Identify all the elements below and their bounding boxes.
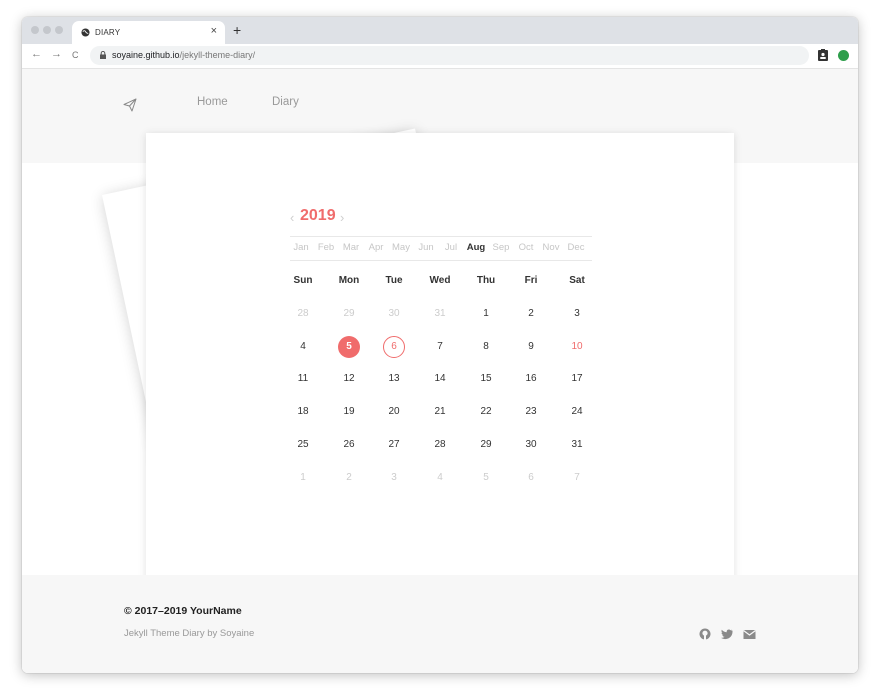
weekday-sat: Sat xyxy=(569,275,585,286)
url-text: soyaine.github.io/jekyll-theme-diary/ xyxy=(112,50,255,60)
day-cell[interactable]: 28 xyxy=(429,434,451,456)
month-selector: Jan Feb Mar Apr May Jun Jul Aug Sep Oct Nov Dec xyxy=(290,236,592,261)
theme-credit: Jekyll Theme Diary by Soyaine xyxy=(124,628,255,639)
month-feb[interactable]: Feb xyxy=(318,242,334,253)
tab-title: DIARY xyxy=(95,28,121,37)
year-label: 2019 xyxy=(300,207,336,224)
address-bar[interactable]: soyaine.github.io/jekyll-theme-diary/ xyxy=(90,46,809,65)
day-cell[interactable]: 12 xyxy=(338,368,360,390)
copyright-text: © 2017–2019 YourName xyxy=(124,605,242,617)
maximize-window-dot[interactable] xyxy=(55,26,63,34)
reload-button[interactable]: C xyxy=(72,50,79,60)
day-cell[interactable]: 27 xyxy=(383,434,405,456)
day-cell: 7 xyxy=(574,472,580,483)
day-cell[interactable]: 26 xyxy=(338,434,360,456)
day-cell[interactable]: 30 xyxy=(520,434,542,456)
day-cell[interactable]: 5 xyxy=(338,336,360,358)
back-button[interactable]: ← xyxy=(31,48,42,60)
day-cell: 2 xyxy=(346,472,352,483)
day-cell[interactable]: 20 xyxy=(383,401,405,423)
weekday-fri: Fri xyxy=(524,275,538,286)
url-host: soyaine.github.io xyxy=(112,50,180,60)
month-apr[interactable]: Apr xyxy=(369,242,384,253)
day-cell[interactable]: 3 xyxy=(566,303,588,325)
month-may[interactable]: May xyxy=(392,242,410,253)
browser-window: DIARY × + ← → C soyaine.github.io/jekyll… xyxy=(22,17,858,673)
day-cell[interactable]: 7 xyxy=(429,336,451,358)
day-cell[interactable]: 13 xyxy=(383,368,405,390)
month-sep[interactable]: Sep xyxy=(493,242,510,253)
page-viewport: Home Diary ‹ 2019 › Jan Feb Mar Apr May Jun Ju… xyxy=(22,69,858,673)
nav-home-link[interactable]: Home xyxy=(197,96,228,108)
day-cell[interactable]: 17 xyxy=(566,368,588,390)
day-cell[interactable]: 15 xyxy=(475,368,497,390)
day-cell[interactable]: 8 xyxy=(475,336,497,358)
globe-icon xyxy=(81,28,90,37)
month-jul[interactable]: Jul xyxy=(445,242,457,253)
calendar-card: ‹ 2019 › Jan Feb Mar Apr May Jun Jul Aug Sep Oct N… xyxy=(146,133,734,593)
day-cell: 6 xyxy=(528,472,534,483)
weekday-thu: Thu xyxy=(476,275,496,286)
weekday-tue: Tue xyxy=(385,275,403,286)
day-cell: 28 xyxy=(297,308,309,319)
nav-diary-link[interactable]: Diary xyxy=(272,96,299,108)
day-cell: 30 xyxy=(388,308,400,319)
weekday-sun: Sun xyxy=(293,275,313,286)
paper-plane-icon[interactable] xyxy=(123,98,137,112)
month-aug[interactable]: Aug xyxy=(467,242,485,253)
day-cell[interactable]: 2 xyxy=(520,303,542,325)
day-cell: 31 xyxy=(434,308,446,319)
clipboard-extension-icon[interactable] xyxy=(818,49,828,61)
day-cell[interactable]: 19 xyxy=(338,401,360,423)
month-nov[interactable]: Nov xyxy=(543,242,560,253)
day-cell[interactable]: 1 xyxy=(475,303,497,325)
day-cell: 5 xyxy=(483,472,489,483)
day-cell: 29 xyxy=(343,308,355,319)
twitter-icon[interactable] xyxy=(721,628,733,640)
day-cell[interactable]: 6 xyxy=(383,336,405,358)
day-cell[interactable]: 22 xyxy=(475,401,497,423)
day-cell[interactable]: 4 xyxy=(292,336,314,358)
next-year-button[interactable]: › xyxy=(340,210,344,225)
day-cell: 1 xyxy=(300,472,306,483)
minimize-window-dot[interactable] xyxy=(43,26,51,34)
day-cell[interactable]: 18 xyxy=(292,401,314,423)
day-cell[interactable]: 16 xyxy=(520,368,542,390)
day-cell[interactable]: 9 xyxy=(520,336,542,358)
close-window-dot[interactable] xyxy=(31,26,39,34)
forward-button[interactable]: → xyxy=(51,48,62,60)
lock-icon xyxy=(100,51,106,59)
site-footer: © 2017–2019 YourName Jekyll Theme Diary … xyxy=(22,575,858,673)
day-cell[interactable]: 23 xyxy=(520,401,542,423)
url-path: /jekyll-theme-diary/ xyxy=(179,50,256,60)
month-jan[interactable]: Jan xyxy=(293,242,308,253)
day-cell[interactable]: 24 xyxy=(566,401,588,423)
email-icon[interactable] xyxy=(743,628,756,640)
tab-close-icon[interactable]: × xyxy=(211,25,217,37)
day-cell: 4 xyxy=(437,472,443,483)
green-extension-icon[interactable] xyxy=(838,50,849,61)
day-cell[interactable]: 14 xyxy=(429,368,451,390)
day-cell[interactable]: 31 xyxy=(566,434,588,456)
day-cell[interactable]: 11 xyxy=(292,368,314,390)
browser-tab[interactable]: DIARY × xyxy=(72,21,225,44)
month-jun[interactable]: Jun xyxy=(418,242,433,253)
tab-strip: DIARY × + xyxy=(22,17,858,44)
day-cell[interactable]: 21 xyxy=(429,401,451,423)
month-dec[interactable]: Dec xyxy=(568,242,585,253)
browser-toolbar: ← → C soyaine.github.io/jekyll-theme-dia… xyxy=(22,44,858,69)
github-icon[interactable] xyxy=(699,628,711,640)
prev-year-button[interactable]: ‹ xyxy=(290,210,294,225)
day-cell[interactable]: 29 xyxy=(475,434,497,456)
day-cell: 3 xyxy=(391,472,397,483)
new-tab-button[interactable]: + xyxy=(233,22,241,38)
day-cell[interactable]: 10 xyxy=(566,336,588,358)
month-oct[interactable]: Oct xyxy=(519,242,534,253)
day-cell[interactable]: 25 xyxy=(292,434,314,456)
weekday-mon: Mon xyxy=(338,275,360,286)
month-mar[interactable]: Mar xyxy=(343,242,359,253)
weekday-wed: Wed xyxy=(429,275,451,286)
